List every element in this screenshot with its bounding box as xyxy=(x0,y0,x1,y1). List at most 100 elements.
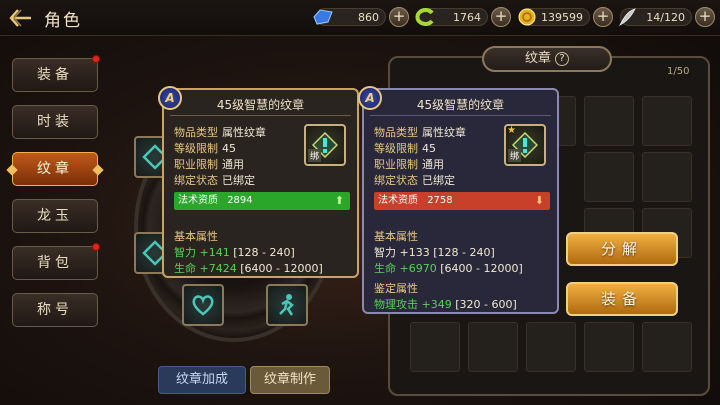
field-value: 45 xyxy=(422,142,436,155)
feather-icon xyxy=(619,8,636,26)
selected-right-diamond-icon xyxy=(92,164,104,176)
emblem-name: 45级智慧的纹章 xyxy=(416,98,505,112)
divider xyxy=(170,115,351,116)
notification-dot xyxy=(92,55,100,63)
stat-bonus: +141 xyxy=(199,246,230,259)
tab-title[interactable]: 称号 xyxy=(12,293,98,327)
add-scroll-button[interactable]: + xyxy=(491,7,511,27)
stat-name: 物理攻击 xyxy=(374,298,418,311)
field-value: 通用 xyxy=(422,158,444,171)
stat-name: 智力 xyxy=(174,246,196,259)
emblem-panel-tab: 纹章? xyxy=(482,46,612,72)
bound-tag: 绑 xyxy=(308,149,322,162)
emblem-craft-button[interactable]: 纹章制作 xyxy=(250,366,330,394)
stat-range: [128 - 240] xyxy=(433,246,495,259)
stat-row: 生命 +6970 [6400 - 12000] xyxy=(374,260,523,276)
arrow-up-icon: ⬆ xyxy=(334,194,344,207)
inventory-cell[interactable] xyxy=(642,96,692,146)
stat-range: [320 - 600] xyxy=(455,298,517,311)
arrow-down-icon: ⬇ xyxy=(534,194,544,207)
divider xyxy=(370,115,551,116)
inventory-cell[interactable] xyxy=(410,322,460,372)
base-attributes-title: 基本属性 xyxy=(174,230,218,243)
tab-emblem[interactable]: 纹章 xyxy=(6,152,104,186)
stat-name: 智力 xyxy=(374,246,396,259)
stat-bonus: +133 xyxy=(399,246,430,259)
stat-range: [128 - 240] xyxy=(233,246,295,259)
stat-row: 智力 +133 [128 - 240] xyxy=(374,244,495,260)
inventory-cell[interactable] xyxy=(584,152,634,202)
emblem-slot-bottom-left[interactable] xyxy=(182,284,224,326)
stat-name: 生命 xyxy=(174,262,196,275)
resource-gem: 860 + xyxy=(313,6,409,28)
equip-button[interactable]: 装备 xyxy=(566,282,678,316)
inventory-cell[interactable] xyxy=(584,322,634,372)
field-label: 绑定状态 xyxy=(174,174,218,187)
field-label: 职业限制 xyxy=(174,158,218,171)
emblem-slot-bottom-right[interactable] xyxy=(266,284,308,326)
equipped-emblem-tooltip: A 45级智慧的纹章 物品类型 属性纹章 等级限制 45 职业限制 通用 绑定状态 已绑… xyxy=(158,86,359,278)
emblem-panel-title: 纹章 xyxy=(524,51,551,66)
help-icon[interactable]: ? xyxy=(555,52,569,66)
stat-range: [6400 - 12000] xyxy=(240,262,323,275)
aptitude-value: 2894 xyxy=(227,195,253,206)
running-figure-icon xyxy=(279,294,294,316)
stat-range: [6400 - 12000] xyxy=(440,262,523,275)
base-attributes-title: 基本属性 xyxy=(374,230,418,243)
field-label: 物品类型 xyxy=(374,126,418,139)
aptitude-value: 2758 xyxy=(427,195,453,206)
tab-backpack[interactable]: 背包 xyxy=(12,243,100,280)
blue-gem-icon xyxy=(313,9,333,25)
selected-left-diamond-icon xyxy=(6,164,18,176)
inventory-cell[interactable] xyxy=(468,322,518,372)
field-label: 等级限制 xyxy=(374,142,418,155)
stat-row: 物理攻击 +349 [320 - 600] xyxy=(374,296,517,312)
field-label: 等级限制 xyxy=(174,142,218,155)
item-type-row: 物品类型 属性纹章 xyxy=(174,124,266,140)
emblem-item-icon: ★ 绑 xyxy=(504,124,546,166)
emblem-item-icon: 绑 xyxy=(304,124,346,166)
gold-coin-icon xyxy=(518,8,536,26)
tab-dragon-jade-label: 龙玉 xyxy=(37,208,73,224)
inventory-cell[interactable] xyxy=(526,322,576,372)
green-swirl-icon xyxy=(415,8,434,26)
emblem-name: 45级智慧的纹章 xyxy=(216,98,305,112)
tab-equipment[interactable]: 装备 xyxy=(12,55,100,92)
add-gem-button[interactable]: + xyxy=(389,7,409,27)
stat-bonus: +349 xyxy=(421,298,452,311)
stat-name: 生命 xyxy=(374,262,396,275)
selected-emblem-tooltip: A 45级智慧的纹章 物品类型 属性纹章 等级限制 45 职业限制 通用 绑定状态 已绑… xyxy=(358,86,559,314)
tab-fashion[interactable]: 时装 xyxy=(12,105,98,139)
back-arrow-icon[interactable] xyxy=(8,7,34,29)
resource-gold: 139599 + xyxy=(518,6,613,28)
tab-dragon-jade[interactable]: 龙玉 xyxy=(12,199,98,233)
item-type-row: 物品类型 属性纹章 xyxy=(374,124,466,140)
inventory-cell[interactable] xyxy=(584,96,634,146)
magic-aptitude-bar: 法术资质 2894 ⬆ xyxy=(174,192,350,210)
stat-bonus: +7424 xyxy=(199,262,237,275)
page-title: 角色 xyxy=(44,11,82,31)
field-value: 属性纹章 xyxy=(222,126,266,139)
aptitude-label: 法术资质 xyxy=(178,195,218,206)
add-gold-button[interactable]: + xyxy=(593,7,613,27)
field-value: 已绑定 xyxy=(222,174,255,187)
emblem-count: 1/50 xyxy=(667,66,690,77)
stat-row: 生命 +7424 [6400 - 12000] xyxy=(174,260,323,276)
inventory-cell[interactable] xyxy=(642,152,692,202)
resource-stamina: 14/120 + xyxy=(619,6,715,28)
add-stamina-button[interactable]: + xyxy=(695,7,715,27)
field-label: 绑定状态 xyxy=(374,174,418,187)
resource-scroll: 1764 + xyxy=(415,6,511,28)
heart-icon xyxy=(192,295,214,316)
inventory-cell[interactable] xyxy=(642,322,692,372)
bound-tag: 绑 xyxy=(508,149,522,162)
decompose-button[interactable]: 分解 xyxy=(566,232,678,266)
level-req-row: 等级限制 45 xyxy=(174,140,236,156)
emblem-bonus-button[interactable]: 纹章加成 xyxy=(158,366,246,394)
tab-emblem-label: 纹章 xyxy=(37,161,73,177)
level-req-row: 等级限制 45 xyxy=(374,140,436,156)
bind-status-row: 绑定状态 已绑定 xyxy=(374,172,455,188)
field-value: 已绑定 xyxy=(422,174,455,187)
tab-title-label: 称号 xyxy=(37,302,73,318)
top-bar: 角色 860 + 1764 + 139599 + 14/120 + xyxy=(0,0,720,36)
